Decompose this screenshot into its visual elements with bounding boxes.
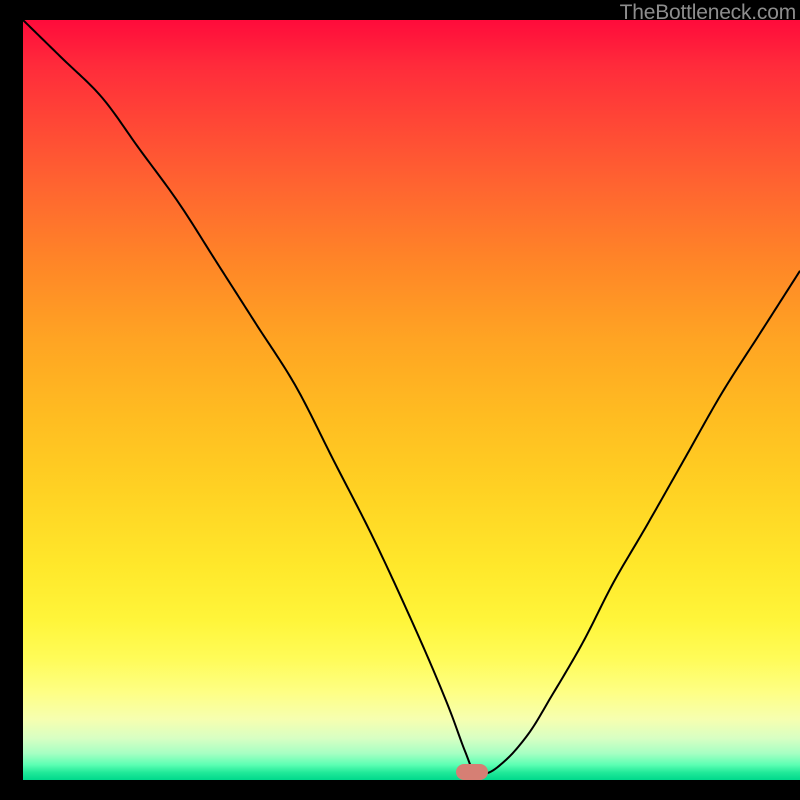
plot-area [23,20,800,780]
source-watermark: TheBottleneck.com [620,1,796,25]
optimal-marker [456,764,488,780]
plot-outer [23,0,800,780]
bottleneck-curve [23,20,800,780]
chart-frame: TheBottleneck.com [0,0,800,800]
curve-path [23,20,800,775]
